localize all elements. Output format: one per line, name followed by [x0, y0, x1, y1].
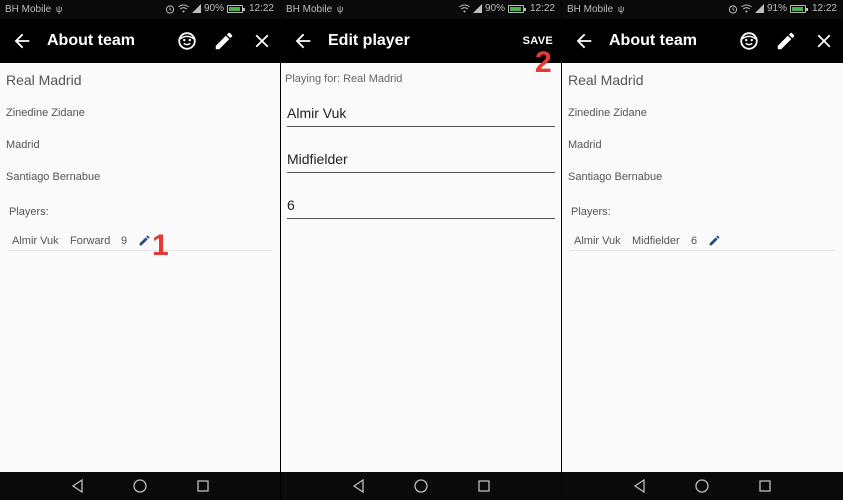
battery-icon: [226, 4, 245, 13]
team-name: Real Madrid: [568, 72, 644, 88]
player-position: Forward: [70, 235, 111, 247]
player-number: 6: [691, 235, 698, 247]
nav-recents-icon[interactable]: [476, 478, 492, 494]
player-position-input[interactable]: [287, 147, 555, 167]
clock: 12:22: [529, 3, 555, 14]
player-name: Almir Vuk: [12, 235, 59, 247]
nav-back-icon[interactable]: [351, 478, 367, 494]
app-bar: Edit player SAVE: [281, 19, 561, 63]
clock: 12:22: [811, 3, 837, 14]
step-annotation-1: 1: [152, 229, 169, 262]
wifi-icon: [459, 4, 470, 13]
close-icon[interactable]: [813, 30, 835, 52]
app-bar: About team: [0, 19, 280, 63]
about-team-screen-after: BH Mobile ψ 91% 12:22 About team Real Ma…: [562, 0, 843, 500]
team-name: Real Madrid: [6, 72, 82, 88]
battery-percent: 91%: [766, 3, 787, 14]
nav-recents-icon[interactable]: [195, 478, 211, 494]
player-position: Midfielder: [632, 235, 680, 247]
signal-icon: [191, 4, 201, 13]
face-icon[interactable]: [738, 30, 760, 52]
page-title: Edit player: [328, 32, 410, 49]
back-arrow-icon[interactable]: [11, 30, 33, 52]
edit-team-icon[interactable]: [775, 30, 797, 52]
screenshot-frame: BH Mobile ψ 90% 12:22 About team Real Ma…: [0, 0, 843, 500]
team-coach: Zinedine Zidane: [568, 107, 647, 119]
step-annotation-2: 2: [535, 46, 552, 79]
carrier-label: BH Mobile: [567, 4, 614, 15]
player-name-input[interactable]: [287, 101, 555, 121]
nav-home-icon[interactable]: [132, 478, 148, 494]
team-city: Madrid: [6, 139, 40, 151]
player-number-field: [287, 193, 555, 219]
carrier-label: BH Mobile: [5, 4, 52, 15]
nav-bar: [281, 472, 561, 500]
status-bar: BH Mobile ψ 90% 12:22: [281, 0, 561, 19]
player-row: Almir Vuk Forward 9: [8, 226, 272, 251]
nav-recents-icon[interactable]: [757, 478, 773, 494]
nav-back-icon[interactable]: [632, 478, 648, 494]
face-icon[interactable]: [176, 30, 198, 52]
alarm-icon: [165, 4, 175, 14]
edit-player-icon[interactable]: [708, 234, 721, 247]
battery-percent: 90%: [484, 3, 505, 14]
status-bar: BH Mobile ψ 91% 12:22: [562, 0, 843, 19]
usb-icon: ψ: [336, 4, 344, 14]
player-name: Almir Vuk: [574, 235, 621, 247]
player-name-field: [287, 101, 555, 127]
edit-player-screen: BH Mobile ψ 90% 12:22 Edit player SAVE 2…: [281, 0, 561, 500]
edit-team-icon[interactable]: [213, 30, 235, 52]
nav-bar: [0, 472, 280, 500]
players-label: Players:: [571, 206, 611, 218]
back-arrow-icon[interactable]: [292, 30, 314, 52]
nav-back-icon[interactable]: [70, 478, 86, 494]
carrier-label: BH Mobile: [286, 4, 333, 15]
signal-icon: [754, 4, 764, 13]
player-position-field: [287, 147, 555, 173]
page-title: About team: [609, 32, 697, 49]
about-team-screen-before: BH Mobile ψ 90% 12:22 About team Real Ma…: [0, 0, 280, 500]
usb-icon: ψ: [55, 4, 63, 14]
wifi-icon: [178, 4, 189, 13]
close-icon[interactable]: [251, 30, 273, 52]
team-stadium: Santiago Bernabue: [6, 171, 101, 183]
signal-icon: [472, 4, 482, 13]
player-number: 9: [121, 235, 128, 247]
edit-player-icon[interactable]: [138, 234, 151, 247]
alarm-icon: [728, 4, 738, 14]
app-bar: About team: [562, 19, 843, 63]
battery-icon: [507, 4, 526, 13]
clock: 12:22: [248, 3, 274, 14]
team-coach: Zinedine Zidane: [6, 107, 85, 119]
nav-bar: [562, 472, 843, 500]
players-label: Players:: [9, 206, 49, 218]
battery-icon: [789, 4, 808, 13]
status-bar: BH Mobile ψ 90% 12:22: [0, 0, 280, 19]
back-arrow-icon[interactable]: [573, 30, 595, 52]
player-row: Almir Vuk Midfielder 6: [570, 226, 835, 251]
battery-percent: 90%: [203, 3, 224, 14]
usb-icon: ψ: [617, 4, 625, 14]
wifi-icon: [741, 4, 752, 13]
playing-for-label: Playing for: Real Madrid: [285, 73, 403, 85]
nav-home-icon[interactable]: [694, 478, 710, 494]
page-title: About team: [47, 32, 135, 49]
nav-home-icon[interactable]: [413, 478, 429, 494]
team-city: Madrid: [568, 139, 602, 151]
team-stadium: Santiago Bernabue: [568, 171, 663, 183]
player-number-input[interactable]: [287, 193, 555, 213]
